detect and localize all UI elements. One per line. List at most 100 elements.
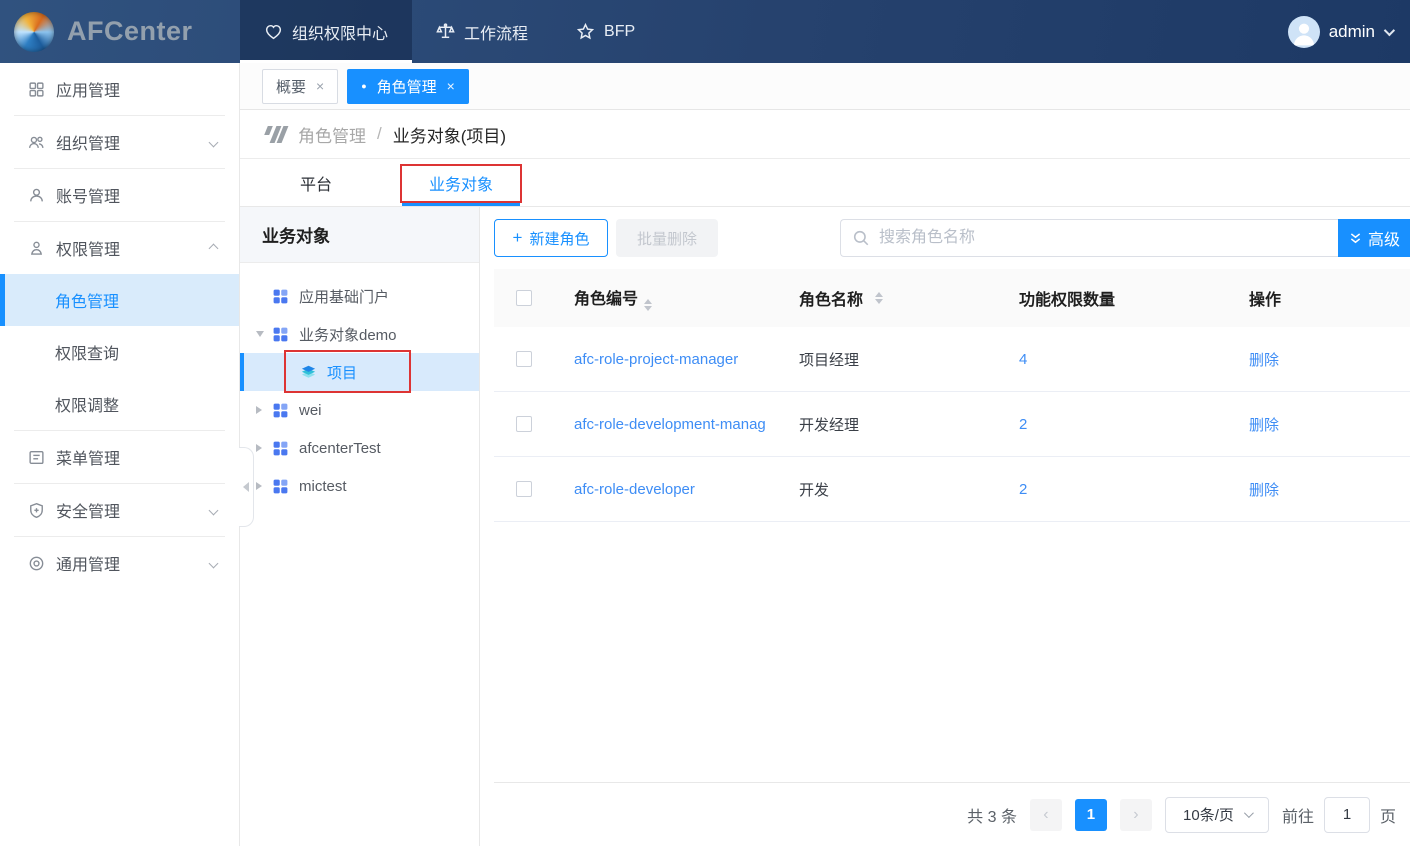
tab-platform[interactable]: 平台 <box>260 159 372 206</box>
brand-name: AFCenter <box>67 16 193 47</box>
tree-node-mictest[interactable]: mictest <box>240 467 479 505</box>
column-header-permission-count: 功能权限数量 <box>1004 286 1234 310</box>
column-header-role-name[interactable]: 角色名称 <box>784 286 1004 310</box>
app-grid-icon <box>272 478 289 495</box>
breadcrumb-section: 角色管理 <box>298 122 366 147</box>
create-role-label: 新建角色 <box>529 228 589 249</box>
delete-link[interactable]: 删除 <box>1234 479 1410 500</box>
delete-link[interactable]: 删除 <box>1234 414 1410 435</box>
chevron-down-icon <box>209 558 219 568</box>
prev-page-button[interactable]: ‹ <box>1030 799 1062 831</box>
row-checkbox[interactable] <box>516 416 532 432</box>
tree-panel-title: 业务对象 <box>240 207 479 263</box>
grid-icon <box>28 81 45 98</box>
delete-link[interactable]: 删除 <box>1234 349 1410 370</box>
role-code-link[interactable]: afc-role-project-manager <box>554 351 784 368</box>
user-name: admin <box>1329 22 1375 42</box>
sidebar-item-general-management[interactable]: 通用管理 <box>0 537 239 589</box>
next-page-button[interactable]: › <box>1120 799 1152 831</box>
sidebar-item-permission-management[interactable]: 权限管理 <box>0 222 239 274</box>
sort-icon[interactable] <box>644 299 652 311</box>
caret-right-icon[interactable] <box>256 444 272 452</box>
column-header-actions: 操作 <box>1234 286 1410 310</box>
workspace-tab-role-management[interactable]: ● 角色管理 × <box>347 69 469 104</box>
tree-node-app-base-portal[interactable]: 应用基础门户 <box>240 277 479 315</box>
role-name: 开发 <box>784 479 1004 500</box>
tree-node-business-object-demo[interactable]: 业务对象demo <box>240 315 479 353</box>
permission-count-link[interactable]: 4 <box>1004 351 1234 368</box>
row-checkbox[interactable] <box>516 351 532 367</box>
select-all-checkbox[interactable] <box>516 290 532 306</box>
sort-icon[interactable] <box>875 292 883 304</box>
close-icon[interactable]: × <box>447 78 455 94</box>
page-size-select[interactable]: 10条/页 <box>1165 797 1269 833</box>
caret-right-icon[interactable] <box>256 482 272 490</box>
close-icon[interactable]: × <box>316 78 324 94</box>
workspace-tab-overview[interactable]: 概要 × <box>262 69 338 104</box>
breadcrumb-current: 业务对象(项目) <box>393 122 506 147</box>
tree-node-project[interactable]: 项目 <box>240 353 479 391</box>
advanced-search-button[interactable]: 高级 <box>1338 219 1410 257</box>
search-icon <box>852 229 870 247</box>
badge-icon <box>28 240 45 257</box>
current-page-button[interactable]: 1 <box>1075 799 1107 831</box>
column-header-role-code[interactable]: 角色编号 <box>554 285 784 311</box>
sidebar-subitem-permission-adjust[interactable]: 权限调整 <box>0 378 239 430</box>
star-icon <box>576 22 595 41</box>
primary-nav: 组织权限中心 工作流程 BFP <box>240 0 659 63</box>
batch-delete-button[interactable]: 批量删除 <box>616 219 718 257</box>
chevron-down-icon <box>1244 808 1254 818</box>
nav-item-bfp[interactable]: BFP <box>552 0 659 63</box>
sidebar-subitem-role-management[interactable]: 角色管理 <box>0 274 239 326</box>
sidebar-item-security-management[interactable]: 安全管理 <box>0 484 239 536</box>
permission-count-link[interactable]: 2 <box>1004 416 1234 433</box>
tree-node-afcentertest[interactable]: afcenterTest <box>240 429 479 467</box>
nav-item-org-permission-center[interactable]: 组织权限中心 <box>240 0 412 63</box>
pagination-total: 共 3 条 <box>967 803 1017 827</box>
role-name: 开发经理 <box>784 414 1004 435</box>
role-code-link[interactable]: afc-role-developer <box>554 481 784 498</box>
nav-label: 工作流程 <box>464 20 528 44</box>
sidebar-item-account-management[interactable]: 账号管理 <box>0 169 239 221</box>
row-checkbox[interactable] <box>516 481 532 497</box>
active-dot-icon: ● <box>361 82 366 91</box>
top-navbar: AFCenter 组织权限中心 工作流程 BFP admin <box>0 0 1410 63</box>
content-area: 概要 × ● 角色管理 × 角色管理 / 业务对象(项目) 平台 业务对象 <box>240 63 1410 846</box>
role-code-link[interactable]: afc-role-development-manag <box>554 416 784 433</box>
collapse-left-icon <box>243 482 249 492</box>
tree-node-wei[interactable]: wei <box>240 391 479 429</box>
goto-page-input[interactable] <box>1324 797 1370 833</box>
breadcrumb-icon <box>266 126 285 143</box>
goto-page: 前往 页 <box>1282 797 1396 833</box>
nav-item-workflow[interactable]: 工作流程 <box>412 0 552 63</box>
create-role-button[interactable]: + 新建角色 <box>494 219 608 257</box>
app-grid-icon <box>272 440 289 457</box>
caret-down-icon[interactable] <box>256 331 272 337</box>
search-box <box>840 219 1338 257</box>
tab-label: 角色管理 <box>377 76 437 97</box>
tab-business-object[interactable]: 业务对象 <box>402 159 520 206</box>
chevron-down-icon <box>209 505 219 515</box>
table-row: afc-role-development-manag 开发经理 2 删除 <box>494 392 1410 457</box>
caret-right-icon[interactable] <box>256 406 272 414</box>
permission-count-link[interactable]: 2 <box>1004 481 1234 498</box>
sidebar-subitem-label: 权限查询 <box>55 340 119 364</box>
plus-icon: + <box>513 228 523 248</box>
sidebar-item-label: 通用管理 <box>56 551 120 575</box>
sidebar-collapse-handle[interactable] <box>239 447 254 527</box>
pagination: 共 3 条 ‹ 1 › 10条/页 前往 页 <box>494 782 1410 846</box>
sidebar-subitem-label: 权限调整 <box>55 392 119 416</box>
spacer <box>494 522 1410 782</box>
search-input[interactable] <box>840 219 1338 257</box>
afcenter-app: AFCenter 组织权限中心 工作流程 BFP admin <box>0 0 1410 846</box>
chevron-down-icon <box>209 137 219 147</box>
sidebar-item-menu-management[interactable]: 菜单管理 <box>0 431 239 483</box>
sidebar-item-label: 组织管理 <box>56 130 120 154</box>
sidebar-subitem-permission-query[interactable]: 权限查询 <box>0 326 239 378</box>
sidebar-item-org-management[interactable]: 组织管理 <box>0 116 239 168</box>
role-list-panel: + 新建角色 批量删除 高级 <box>480 207 1410 846</box>
tree-node-label: 业务对象demo <box>299 324 397 345</box>
business-object-tree-panel: 业务对象 应用基础门户 业务对象demo 项目 <box>240 207 480 846</box>
user-menu[interactable]: admin <box>1288 0 1410 63</box>
sidebar-item-app-management[interactable]: 应用管理 <box>0 63 239 115</box>
